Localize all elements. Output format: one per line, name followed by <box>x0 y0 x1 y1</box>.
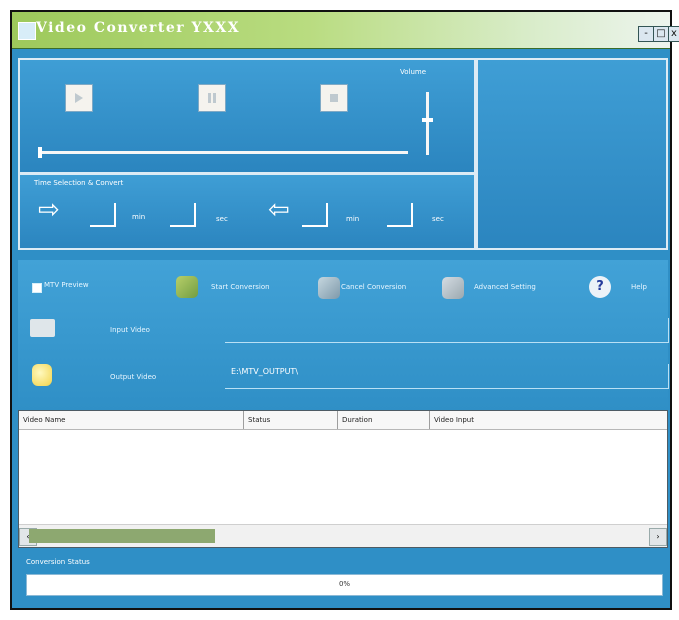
start-conversion-icon[interactable] <box>176 276 198 298</box>
settings-icon[interactable] <box>442 277 464 299</box>
preview-checkbox[interactable] <box>32 283 42 293</box>
close-button[interactable]: x <box>668 26 679 42</box>
left-arrow-icon[interactable]: ⇦ <box>268 197 290 223</box>
video-list[interactable]: Video Name Status Duration Video Input ‹… <box>18 410 668 548</box>
conversion-progress-bar: 0% <box>26 574 663 596</box>
header-status[interactable]: Status <box>244 411 338 429</box>
time-selection-panel: Time Selection & Convert ⇨ min sec ⇦ min… <box>18 174 476 250</box>
stop-icon <box>330 94 338 102</box>
input-video-label: Input Video <box>110 326 150 334</box>
start-sec-input[interactable] <box>170 203 196 227</box>
conversion-status-label: Conversion Status <box>26 558 90 566</box>
folder-icon <box>32 364 52 386</box>
end-sec-input[interactable] <box>387 203 413 227</box>
pause-icon <box>208 93 216 103</box>
time-selection-title: Time Selection & Convert <box>34 179 124 187</box>
play-button[interactable] <box>65 84 93 112</box>
playback-thumb[interactable] <box>38 147 42 158</box>
output-video-field[interactable]: E:\MTV_OUTPUT\ <box>225 364 669 389</box>
header-video-input[interactable]: Video Input <box>430 411 669 429</box>
playback-track[interactable] <box>38 151 408 154</box>
output-video-label: Output Video <box>110 373 157 381</box>
title-bar[interactable]: Video Converter YXXX - □ x <box>12 12 679 49</box>
end-sec-unit: sec <box>432 215 444 223</box>
stop-button[interactable] <box>320 84 348 112</box>
header-video-name[interactable]: Video Name <box>19 411 244 429</box>
help-button[interactable]: Help <box>631 283 647 291</box>
video-preview-panel <box>476 58 668 250</box>
horizontal-scrollbar[interactable]: ‹ › <box>19 524 667 547</box>
conversion-toolbar: MTV Preview Start Conversion Cancel Conv… <box>18 260 669 410</box>
minimize-button[interactable]: - <box>638 26 654 42</box>
start-min-input[interactable] <box>90 203 116 227</box>
cancel-conversion-button[interactable]: Cancel Conversion <box>341 283 406 291</box>
play-icon <box>75 93 83 103</box>
volume-thumb[interactable] <box>422 118 433 122</box>
input-video-field[interactable] <box>225 318 669 343</box>
header-duration[interactable]: Duration <box>338 411 430 429</box>
window-title: Video Converter YXXX <box>36 20 241 36</box>
app-icon <box>18 22 36 40</box>
end-min-unit: min <box>346 215 360 223</box>
film-icon <box>30 319 55 337</box>
start-sec-unit: sec <box>216 215 228 223</box>
playback-panel: Volume <box>18 58 476 174</box>
video-converter-window: Video Converter YXXX - □ x Volume Time S… <box>10 10 679 610</box>
scroll-thumb[interactable] <box>29 529 215 543</box>
pause-button[interactable] <box>198 84 226 112</box>
preview-checkbox-label: MTV Preview <box>44 281 89 289</box>
start-min-unit: min <box>132 213 146 221</box>
right-arrow-icon[interactable]: ⇨ <box>38 197 60 223</box>
advanced-setting-button[interactable]: Advanced Setting <box>474 283 536 291</box>
start-conversion-button[interactable]: Start Conversion <box>211 283 270 291</box>
output-video-value: E:\MTV_OUTPUT\ <box>231 367 299 376</box>
video-list-header: Video Name Status Duration Video Input <box>19 411 667 430</box>
scroll-right-button[interactable]: › <box>649 528 667 546</box>
conversion-percent: 0% <box>338 580 351 588</box>
cancel-conversion-icon[interactable] <box>318 277 340 299</box>
restore-button[interactable]: □ <box>653 26 669 42</box>
volume-track[interactable] <box>426 92 429 155</box>
help-icon[interactable]: ? <box>589 276 611 298</box>
volume-label: Volume <box>400 68 427 76</box>
end-min-input[interactable] <box>302 203 328 227</box>
